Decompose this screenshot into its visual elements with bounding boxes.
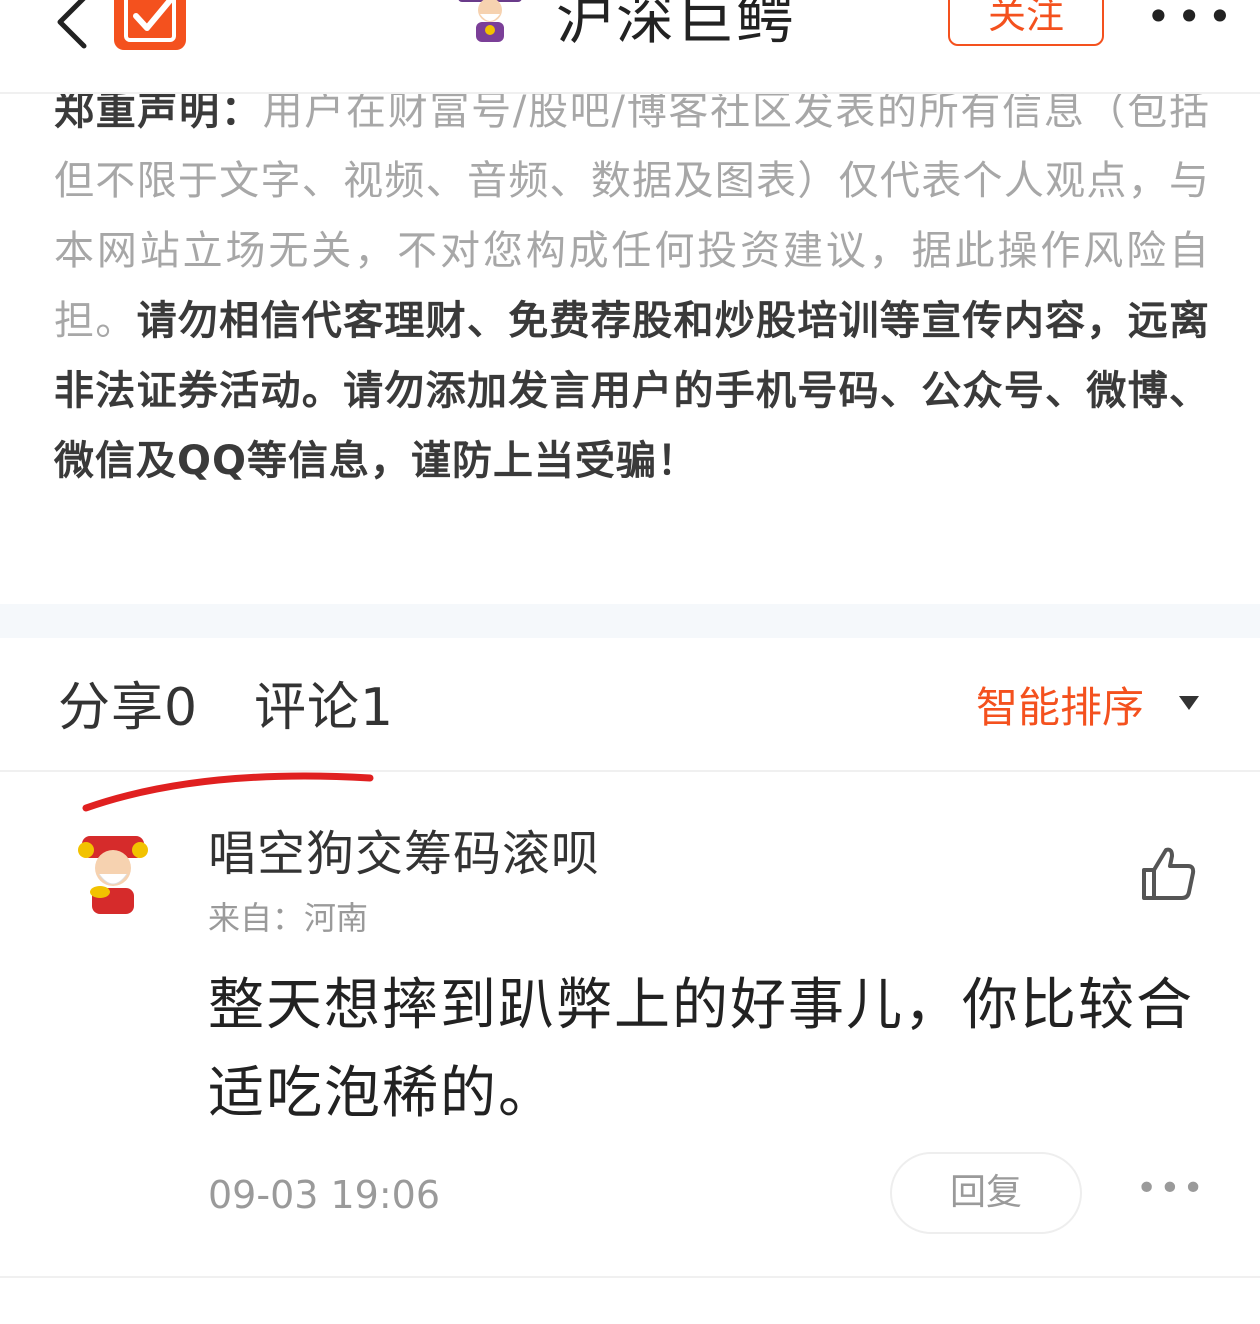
more-dots-icon: ••• bbox=[1136, 1168, 1206, 1209]
post-detail-page: 沪深巨鳄 关注 ••• 郑重声明：用户在财富号/股吧/博客社区发表的所有信息（包… bbox=[0, 0, 1260, 1324]
disclaimer-heading: 郑重声明： bbox=[54, 88, 263, 134]
page-title: 沪深巨鳄 bbox=[556, 0, 797, 52]
tab-comment-label: 评论 bbox=[254, 678, 361, 738]
reply-button[interactable]: 回复 bbox=[890, 1152, 1082, 1234]
tab-share-label: 分享 bbox=[58, 678, 165, 738]
tab-share[interactable]: 分享0 bbox=[58, 672, 198, 744]
red-underline-annotation bbox=[82, 772, 374, 812]
tab-share-count: 0 bbox=[164, 678, 199, 738]
fortune-god-avatar-icon bbox=[458, 0, 522, 42]
follow-button[interactable]: 关注 bbox=[948, 0, 1104, 46]
disclaimer-warning: 请勿相信代客理财、免费荐股和炒股培训等宣传内容，远离非法证券活动。请勿添加发言用… bbox=[54, 298, 1211, 484]
back-button[interactable] bbox=[50, 0, 100, 54]
comment-more-button[interactable]: ••• bbox=[1136, 1171, 1204, 1207]
commenter-location: 来自：河南 bbox=[208, 899, 369, 937]
more-options-button[interactable]: ••• bbox=[1146, 0, 1232, 38]
fortune-god-avatar-icon bbox=[78, 836, 148, 914]
like-button[interactable] bbox=[1138, 846, 1198, 902]
commenter-avatar[interactable] bbox=[72, 832, 154, 918]
tab-comment[interactable]: 评论1 bbox=[254, 672, 394, 744]
caret-down-icon[interactable] bbox=[1178, 694, 1200, 712]
section-divider bbox=[0, 604, 1260, 638]
tab-comment-count: 1 bbox=[360, 678, 395, 738]
more-dots-icon: ••• bbox=[1146, 0, 1239, 41]
sort-dropdown[interactable]: 智能排序 bbox=[976, 678, 1144, 738]
comment-body: 整天想摔到趴弊上的好事儿，你比较合适吃泡稀的。 bbox=[208, 973, 1194, 1126]
comment-divider bbox=[0, 1276, 1260, 1278]
checkmark-logo-icon bbox=[124, 0, 176, 42]
app-logo[interactable] bbox=[114, 0, 186, 50]
commenter-username[interactable]: 唱空狗交筹码滚呗 bbox=[208, 822, 600, 886]
top-nav-bar: 沪深巨鳄 关注 ••• bbox=[0, 0, 1260, 94]
author-avatar[interactable] bbox=[450, 0, 530, 44]
comment-timestamp: 09-03 19:06 bbox=[208, 1173, 441, 1217]
chevron-left-icon bbox=[57, 0, 87, 49]
thumbs-up-icon bbox=[1142, 847, 1196, 900]
disclaimer-notice: 郑重声明：用户在财富号/股吧/博客社区发表的所有信息（包括但不限于文字、视频、音… bbox=[54, 76, 1210, 496]
